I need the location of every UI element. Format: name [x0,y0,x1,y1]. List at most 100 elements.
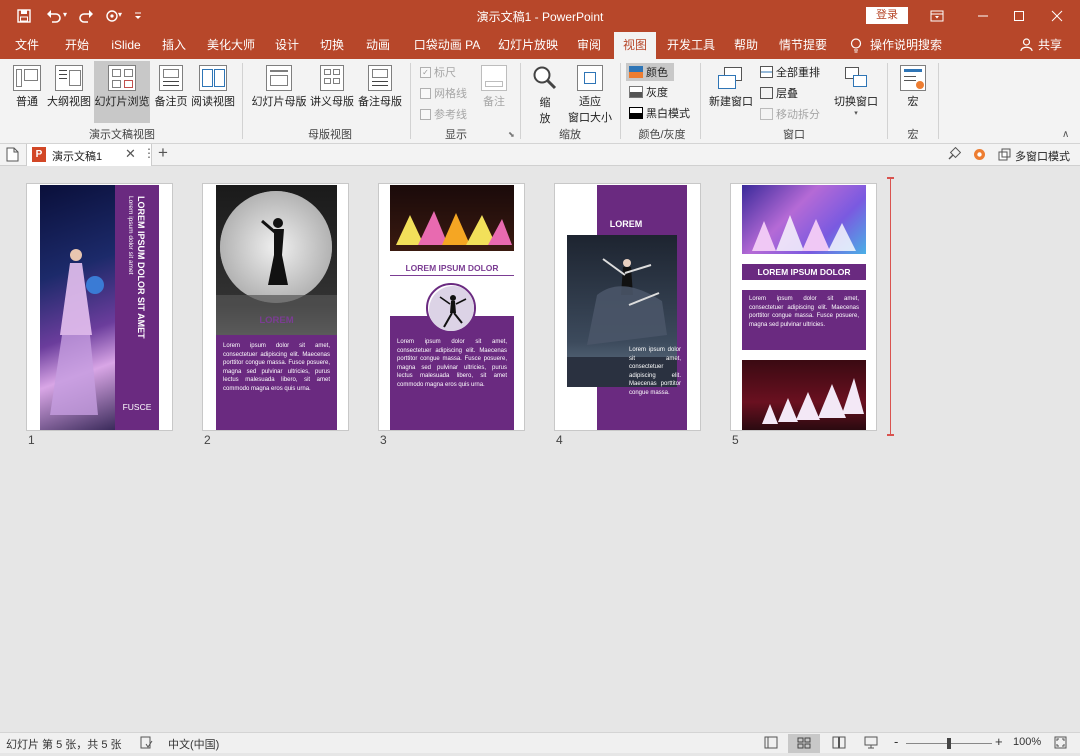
move-split-button[interactable]: 移动拆分 [760,106,820,122]
zoom-level-readout[interactable]: 100% [1013,736,1041,748]
share-person-icon[interactable] [1020,38,1034,53]
close-icon[interactable] [1034,0,1080,32]
ballerina-circle-image [426,283,476,333]
multi-window-mode-button[interactable]: 多窗口模式 [1015,148,1070,164]
status-bar: 幻灯片 第 5 张，共 5 张 中文(中国) - + 100% [0,732,1080,753]
outline-view-icon [55,65,83,91]
tab-help[interactable]: 帮助 [726,32,766,59]
new-document-icon[interactable] [6,147,20,162]
slide1-subtitle: Lorem ipsum dolor sit amet [127,196,134,275]
fit-to-window-button[interactable]: 适应 窗口大小 [566,65,614,125]
grayscale-button[interactable]: 灰度 [629,84,668,100]
group-dancers-icon [396,211,512,245]
tab-beautify-master[interactable]: 美化大师 [202,32,260,59]
reading-view-status-icon[interactable] [832,736,848,750]
dancer-figure-icon [50,249,104,415]
show-group-label: 显示 [445,129,467,141]
tab-pocket-animation[interactable]: 口袋动画 PA [408,32,486,59]
slide-thumbnail-5[interactable]: LOREM IPSUM DOLOR Lorem ipsum dolor sit … [730,183,877,431]
ribbon-display-icon[interactable] [914,0,960,32]
guides-checkbox[interactable]: 参考线 [420,106,467,122]
login-button[interactable]: 登录 [866,7,908,24]
normal-view-status-icon[interactable] [764,736,780,750]
ruler-checkbox[interactable]: ✓ 标尺 [420,64,456,80]
slide-thumbnail-1[interactable]: LOREM IPSUM DOLOR SIT AMET Lorem ipsum d… [26,183,173,431]
black-white-button[interactable]: 黑白模式 [629,105,690,121]
fit-slide-icon[interactable] [1054,736,1068,750]
tab-view[interactable]: 视图 [614,32,656,59]
zoom-in-button[interactable]: + [995,734,1003,749]
macros-button[interactable]: 宏 [896,65,930,109]
tell-me-search[interactable]: 操作说明搜索 [868,32,944,59]
black-white-icon [629,107,643,119]
slide-master-button[interactable]: 幻灯片母版 [250,65,308,109]
slide-sorter-status-icon[interactable] [788,734,820,753]
cascade-button[interactable]: 层叠 [760,85,798,101]
slide1-title: LOREM IPSUM DOLOR SIT AMET [136,196,146,339]
tab-slideshow[interactable]: 幻灯片放映 [494,32,562,59]
gear-icon[interactable] [972,147,988,163]
tab-storyboard[interactable]: 情节提要 [774,32,832,59]
slide3-title: LOREM IPSUM DOLOR [405,263,499,273]
zoom-group-label: 缩放 [559,129,581,141]
notes-pane-button[interactable]: 备注 [478,65,510,109]
zoom-slider-thumb[interactable] [947,738,951,749]
accessibility-check-icon[interactable] [140,736,154,750]
slide-thumbnail-4[interactable]: LOREM Lorem ipsum dolor sit amet, consec… [554,183,701,431]
switch-windows-button[interactable]: 切换窗口 ▾ [832,65,880,117]
moon-silhouette-icon [216,191,337,335]
tab-developer[interactable]: 开发工具 [664,32,718,59]
slide-thumbnail-2[interactable]: LOREM Lorem ipsum dolor sit amet, consec… [202,183,349,431]
gridlines-checkbox[interactable]: 网格线 [420,85,467,101]
show-dialog-launcher-icon[interactable]: ⬊ [508,130,515,139]
color-button[interactable]: 颜色 [626,63,674,81]
slide2-title: LOREM [259,315,294,326]
tab-insert[interactable]: 插入 [155,32,193,59]
pin-settings-icon[interactable] [946,146,962,163]
tab-file[interactable]: 文件 [6,32,48,59]
document-tab-bar: P 演示文稿1 ✕ ⋮ + 多窗口模式 [0,143,1080,166]
slide-sorter-view-button[interactable]: 幻灯片浏览 [94,61,150,123]
gridlines-check-box-icon [420,87,431,99]
reading-view-button[interactable]: 阅读视图 [190,65,236,109]
handout-master-button[interactable]: 讲义母版 [308,65,356,109]
slide4-text-box: Lorem ipsum dolor sit amet, consectetuer… [629,346,681,397]
slide5-text-panel: Lorem ipsum dolor sit amet, consectetuer… [742,290,866,350]
tab-review[interactable]: 审阅 [570,32,608,59]
slideshow-status-icon[interactable] [864,736,880,750]
slide-master-icon [266,65,292,91]
slide2-body: Lorem ipsum dolor sit amet, consectetuer… [223,343,330,392]
notes-page-button[interactable]: 备注页 [152,65,190,109]
tab-home[interactable]: 开始 [56,32,98,59]
new-window-button[interactable]: 新建窗口 [706,65,756,109]
macros-group-label: 宏 [907,129,919,141]
collapse-ribbon-icon[interactable]: ∧ [1062,129,1069,140]
multi-window-icon[interactable] [998,148,1012,162]
zoom-button[interactable]: 缩 放 [528,65,562,126]
document-tab-active[interactable]: P 演示文稿1 ✕ ⋮ [26,144,155,166]
zoom-out-button[interactable]: - [894,734,898,749]
slide-thumbnail-3[interactable]: LOREM IPSUM DOLOR Lorem ipsum dolor sit … [378,183,525,431]
tab-transitions[interactable]: 切换 [313,32,351,59]
slide-number-5: 5 [732,433,739,447]
normal-view-button[interactable]: 普通 [8,65,46,109]
slide-master-label: 幻灯片母版 [251,96,307,108]
more-options-icon[interactable]: ⋮ [143,146,155,160]
close-tab-icon[interactable]: ✕ [125,146,136,162]
notes-page-icon [159,65,183,91]
tab-islide[interactable]: iSlide [105,32,147,59]
master-views-group-label: 母版视图 [308,129,352,141]
slide-number-4: 4 [556,433,563,447]
add-tab-button[interactable]: + [158,143,168,163]
language-status[interactable]: 中文(中国) [168,736,219,752]
ribbon-divider [242,63,243,139]
insertion-marker-bottom-cap [887,434,894,436]
outline-view-button[interactable]: 大纲视图 [46,65,92,109]
gridlines-label: 网格线 [434,88,467,100]
notes-master-button[interactable]: 备注母版 [356,65,404,109]
tab-design[interactable]: 设计 [268,32,306,59]
tab-animations[interactable]: 动画 [359,32,397,59]
arrange-all-button[interactable]: 全部重排 [760,64,820,80]
grayscale-icon [629,86,643,98]
share-button[interactable]: 共享 [1036,32,1064,59]
